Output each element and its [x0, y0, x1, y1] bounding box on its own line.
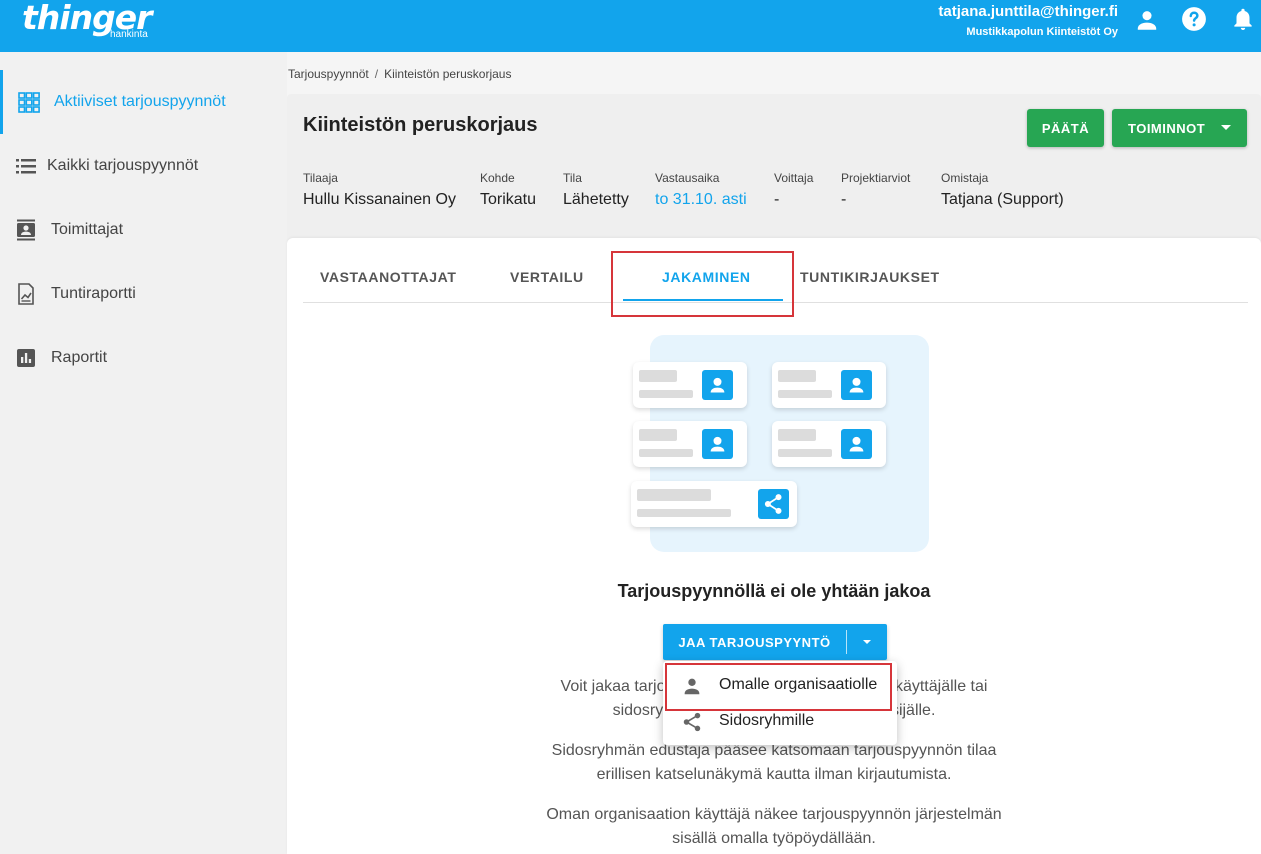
field-project-estimates: Projektiarviot - [841, 171, 910, 209]
field-client: Tilaaja Hullu Kissanainen Oy [303, 171, 456, 209]
illustration-card [631, 481, 797, 527]
sidebar-item-label: Kaikki tarjouspyynnöt [47, 157, 199, 174]
sidebar-item-label: Toimittajat [51, 221, 124, 238]
field-label: Kohde [480, 171, 515, 185]
actions-menu-label: TOIMINNOT [1128, 120, 1206, 136]
actions-menu-button[interactable]: TOIMINNOT [1112, 109, 1247, 147]
menu-item-label: Sidosryhmille [719, 712, 815, 729]
bell-icon[interactable] [1230, 6, 1256, 32]
sidebar-item-label: Raportit [51, 349, 108, 366]
description-line: Oman organisaation käyttäjä näkee tarjou… [546, 806, 1002, 823]
field-label: Tilaaja [303, 171, 338, 185]
contacts-icon [17, 219, 35, 241]
field-value: Torikatu [480, 191, 537, 208]
sidebar-item-hour-report[interactable]: Tuntiraportti [0, 262, 287, 326]
field-target: Kohde Torikatu [480, 171, 536, 209]
sidebar-item-all-requests[interactable]: Kaikki tarjouspyynnöt [0, 134, 287, 198]
illustration-card [633, 421, 747, 467]
illustration-card [633, 362, 747, 408]
tab-time-entries[interactable]: TUNTIKIRJAUKSET [800, 269, 940, 285]
empty-state-title: Tarjouspyynnöllä ei ole yhtään jakoa [617, 581, 931, 601]
deadline-link[interactable]: to 31.10. asti [655, 191, 747, 209]
field-label: Tila [563, 171, 582, 185]
account-icon[interactable] [1134, 7, 1160, 33]
bar-chart-icon [17, 349, 35, 367]
description-paragraph: Oman organisaation käyttäjä näkee tarjou… [287, 803, 1261, 851]
person-icon [849, 377, 864, 393]
field-label: Voittaja [774, 171, 814, 185]
list-icon [16, 159, 36, 174]
menu-highlight-box [665, 663, 892, 711]
description-paragraph: Sidosryhmän edustaja pääsee katsomaan ta… [287, 739, 1261, 787]
field-label: Projektiarviot [841, 171, 911, 185]
sidebar-item-suppliers[interactable]: Toimittajat [0, 198, 287, 262]
sidebar-item-label: Aktiiviset tarjouspyynnöt [54, 93, 226, 110]
logo-subtitle: hankinta [110, 29, 148, 40]
share-split-button: JAA TARJOUSPYYNTÖ [663, 624, 887, 660]
breadcrumb: Tarjouspyynnöt / Kiinteistön peruskorjaus [288, 67, 511, 81]
logo[interactable]: thinger hankinta [22, 0, 152, 40]
field-value: Lähetetty [563, 191, 629, 208]
field-value: - [774, 191, 780, 208]
user-info: tatjana.junttila@thinger.fi Mustikkapolu… [938, 3, 1118, 38]
field-label: Omistaja [941, 171, 989, 185]
share-request-button[interactable]: JAA TARJOUSPYYNTÖ [663, 624, 846, 660]
field-status: Tila Lähetetty [563, 171, 629, 209]
share-dropdown-toggle[interactable] [847, 624, 887, 660]
grid-icon [18, 92, 40, 113]
caret-down-icon [1221, 125, 1231, 130]
field-owner: Omistaja Tatjana (Support) [941, 171, 1064, 209]
share-icon [683, 712, 701, 732]
help-icon[interactable] [1181, 6, 1207, 32]
sharing-illustration [631, 335, 929, 552]
field-value: Hullu Kissanainen Oy [303, 191, 456, 208]
field-deadline: Vastausaika to 31.10. asti [655, 171, 747, 209]
person-icon [849, 436, 864, 452]
tab-recipients[interactable]: VASTAANOTTAJAT [320, 269, 456, 285]
illustration-card [772, 421, 886, 467]
tab-highlight-box [611, 251, 794, 317]
sidebar-item-reports[interactable]: Raportit [0, 326, 287, 390]
field-label: Vastausaika [655, 171, 720, 185]
description-line: sisällä omalla työpöydällään. [672, 830, 876, 847]
field-value: - [841, 191, 847, 208]
share-icon [764, 494, 782, 514]
top-bar: thinger hankinta tatjana.junttila@thinge… [0, 0, 1261, 52]
tab-comparison[interactable]: VERTAILU [510, 269, 584, 285]
report-icon [18, 283, 34, 305]
breadcrumb-separator: / [374, 67, 379, 81]
sidebar: Aktiiviset tarjouspyynnöt Kaikki tarjous… [0, 52, 287, 854]
caret-down-icon [863, 640, 871, 644]
person-icon [710, 436, 725, 452]
description-line: erillisen katselunäkymä kautta ilman kir… [596, 766, 952, 783]
sidebar-item-active-requests[interactable]: Aktiiviset tarjouspyynnöt [0, 70, 287, 134]
user-email: tatjana.junttila@thinger.fi [938, 3, 1118, 20]
breadcrumb-link[interactable]: Tarjouspyynnöt [288, 67, 369, 81]
illustration-card [772, 362, 886, 408]
main-panel: VASTAANOTTAJAT VERTAILU JAKAMINEN TUNTIK… [287, 238, 1261, 854]
page-title: Kiinteistön peruskorjaus [303, 114, 538, 136]
breadcrumb-current: Kiinteistön peruskorjaus [384, 67, 512, 81]
close-request-button[interactable]: PÄÄTÄ [1027, 109, 1104, 147]
person-icon [710, 377, 725, 393]
field-winner: Voittaja - [774, 171, 813, 209]
user-organization: Mustikkapolun Kiinteistöt Oy [966, 26, 1118, 38]
sidebar-item-label: Tuntiraportti [51, 285, 136, 302]
request-info-card: Kiinteistön peruskorjaus PÄÄTÄ TOIMINNOT… [287, 94, 1261, 254]
field-value: Tatjana (Support) [941, 191, 1064, 208]
